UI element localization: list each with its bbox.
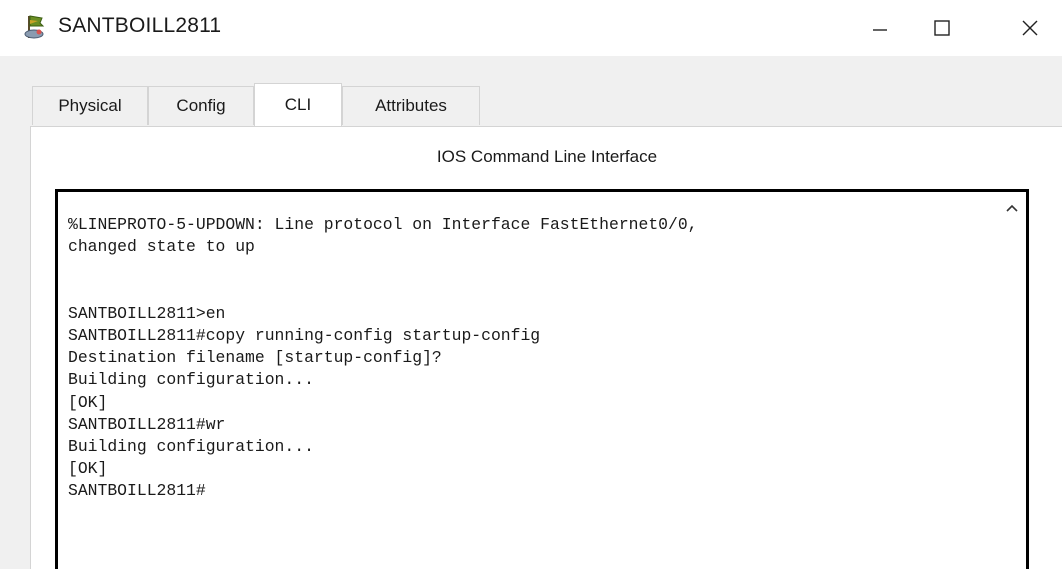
console-output[interactable]: %LINEPROTO-5-UPDOWN: Line protocol on In… xyxy=(68,214,988,503)
scroll-up-button[interactable] xyxy=(1004,200,1020,216)
router-device-icon xyxy=(24,15,45,39)
close-icon xyxy=(1022,20,1038,36)
maximize-button[interactable] xyxy=(912,0,972,56)
tab-config[interactable]: Config xyxy=(148,86,254,125)
cli-panel: IOS Command Line Interface %LINEPROTO-5-… xyxy=(30,126,1062,569)
title-bar[interactable]: SANTBOILL2811 xyxy=(0,0,1062,56)
chevron-up-icon xyxy=(1006,204,1018,212)
tab-cli[interactable]: CLI xyxy=(254,83,342,126)
close-button[interactable] xyxy=(1000,0,1060,56)
app-window: SANTBOILL2811 Physical Config CLI Attrib… xyxy=(0,0,1062,569)
window-title: SANTBOILL2811 xyxy=(58,14,222,37)
maximize-icon xyxy=(934,20,950,36)
dialog-body: Physical Config CLI Attributes IOS Comma… xyxy=(0,56,1062,569)
minimize-icon xyxy=(873,29,887,31)
tab-physical[interactable]: Physical xyxy=(32,86,148,125)
tab-attributes[interactable]: Attributes xyxy=(342,86,480,125)
panel-heading: IOS Command Line Interface xyxy=(436,147,658,166)
cli-console[interactable]: %LINEPROTO-5-UPDOWN: Line protocol on In… xyxy=(55,189,1029,569)
minimize-button[interactable] xyxy=(850,0,910,56)
